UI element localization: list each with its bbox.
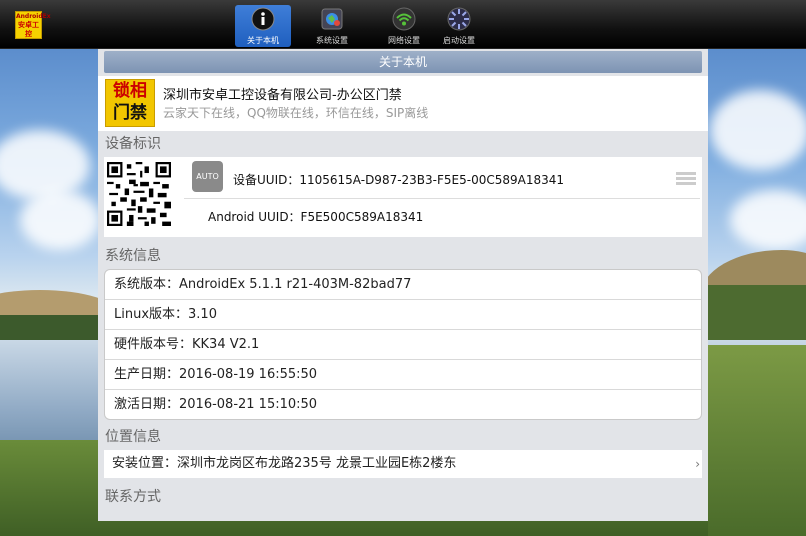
info-icon — [251, 7, 275, 31]
install-location: 安装位置：深圳市龙岗区布龙路235号 龙景工业园E栋2楼东 — [112, 456, 457, 471]
startup-icon — [447, 7, 471, 31]
top-toolbar: AndroidEx 安卓工控 关于本机 系统设置 网络设置 启动设置 — [0, 0, 806, 49]
android-uuid: Android UUID：F5E500C589A18341 — [208, 210, 424, 224]
page-title: 关于本机 — [104, 51, 702, 73]
list-item-production-date: 生产日期：2016-08-19 16:55:50 — [105, 360, 701, 390]
system-info-list: 系统版本：AndroidEx 5.1.1 r21-403M-82bad77 Li… — [104, 269, 702, 420]
device-uuid: 设备UUID：1105615A-D987-23B3-F5E5-00C589A18… — [233, 173, 565, 187]
wifi-icon — [392, 7, 416, 31]
section-title-contact: 联系方式 — [105, 489, 161, 505]
section-title-device-id: 设备标识 — [105, 136, 161, 152]
list-item-activation-date: 激活日期：2016-08-21 15:10:50 — [114, 397, 318, 412]
system-settings-icon — [320, 7, 344, 31]
section-title-location: 位置信息 — [105, 429, 161, 445]
androidex-logo: AndroidEx 安卓工控 — [15, 11, 51, 39]
tab-label: 系统设置 — [316, 36, 348, 45]
brand-logo: 锁相 门禁 — [105, 79, 155, 127]
tab-label: 关于本机 — [247, 36, 279, 45]
list-item-linux-version: Linux版本：3.10 — [105, 300, 701, 330]
tab-network-settings[interactable]: 网络设置 — [376, 5, 432, 47]
divider — [184, 198, 700, 199]
section-title-system-info: 系统信息 — [105, 248, 161, 264]
chevron-right-icon: › — [695, 457, 700, 471]
brand-status: 云家天下在线，QQ物联在线，环信在线，SIP离线 — [163, 106, 429, 120]
brand-title: 深圳市安卓工控设备有限公司-办公区门禁 — [163, 88, 402, 103]
menu-icon[interactable] — [676, 172, 696, 188]
list-item-hardware-version: 硬件版本号：KK34 V2.1 — [105, 330, 701, 360]
tab-label: 启动设置 — [443, 36, 475, 45]
tab-system-settings[interactable]: 系统设置 — [304, 5, 360, 47]
tab-label: 网络设置 — [388, 36, 420, 45]
tab-startup-settings[interactable]: 启动设置 — [431, 5, 487, 47]
tab-about-device[interactable]: 关于本机 — [235, 5, 291, 47]
list-item-system-version: 系统版本：AndroidEx 5.1.1 r21-403M-82bad77 — [105, 270, 701, 300]
install-location-row[interactable]: 安装位置：深圳市龙岗区布龙路235号 龙景工业园E栋2楼东 › — [104, 450, 702, 478]
device-id-card: AUTO 设备UUID：1105615A-D987-23B3-F5E5-00C5… — [104, 157, 702, 237]
qr-code — [107, 162, 171, 226]
about-device-panel: 关于本机 锁相 门禁 深圳市安卓工控设备有限公司-办公区门禁 云家天下在线，QQ… — [98, 49, 708, 521]
auto-button[interactable]: AUTO — [192, 161, 223, 192]
brand-card: 锁相 门禁 深圳市安卓工控设备有限公司-办公区门禁 云家天下在线，QQ物联在线，… — [98, 76, 708, 131]
